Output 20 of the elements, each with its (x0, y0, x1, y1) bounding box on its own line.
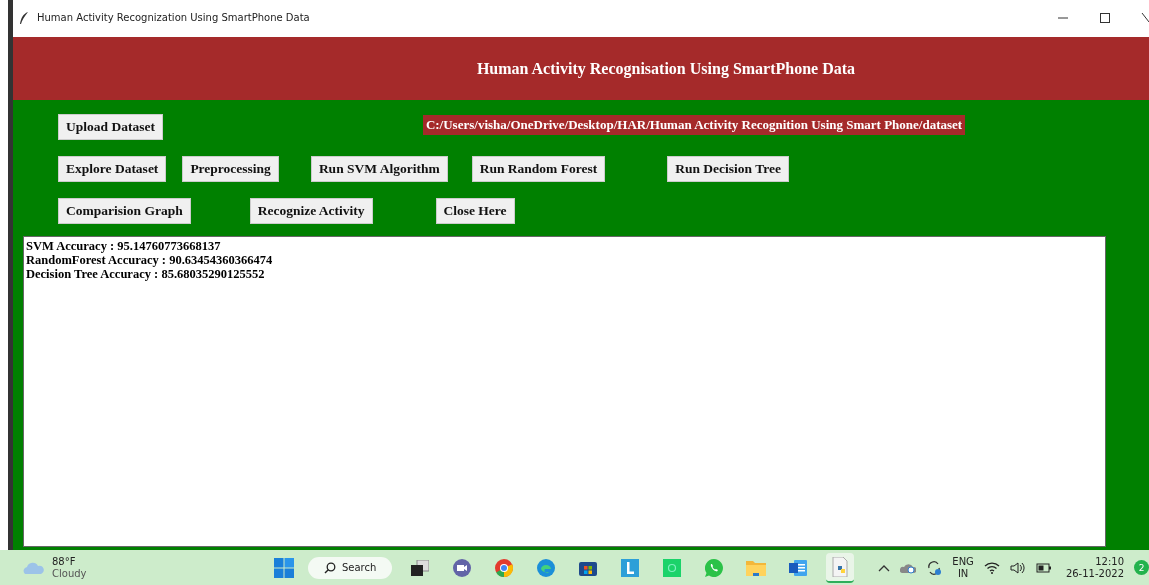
dataset-path-label: C:/Users/visha/OneDrive/Desktop/HAR/Human Activity Recognition Using Smart Phone/dataset (422, 115, 966, 135)
language-indicator[interactable]: ENG IN (952, 555, 974, 580)
temperature-text: 88°F (52, 555, 77, 568)
action-button[interactable]: Run Decision Tree (667, 156, 789, 182)
action-button[interactable]: Run Random Forest (471, 156, 606, 182)
result-line: Decision Tree Accuracy : 85.68035290125552 (26, 267, 266, 281)
action-button[interactable]: Explore Dataset (58, 156, 167, 182)
search-field[interactable]: Search (307, 556, 393, 579)
action-button[interactable]: Preprocessing (182, 156, 279, 182)
action-button[interactable]: Recognize Activity (249, 198, 373, 224)
result-line: SVM Accuracy : 95.14760773668137 (26, 239, 222, 253)
app-title: Human Activity Recognisation Using SmartPhone Data (476, 59, 856, 78)
result-line: RandomForest Accuracy : 90.63454360366474 (26, 253, 274, 267)
action-button[interactable]: Run SVM Algorithm (310, 156, 448, 182)
weather-condition-text: Cloudy (52, 567, 87, 580)
action-button[interactable]: Comparision Graph (58, 198, 191, 224)
action-button[interactable]: Close Here (435, 198, 515, 224)
action-button[interactable]: Upload Dataset (58, 114, 163, 140)
window-title: Human Activity Recognization Using SmartPhone Data (37, 12, 310, 23)
clock[interactable]: 12:10 26-11-2022 (1065, 555, 1124, 580)
